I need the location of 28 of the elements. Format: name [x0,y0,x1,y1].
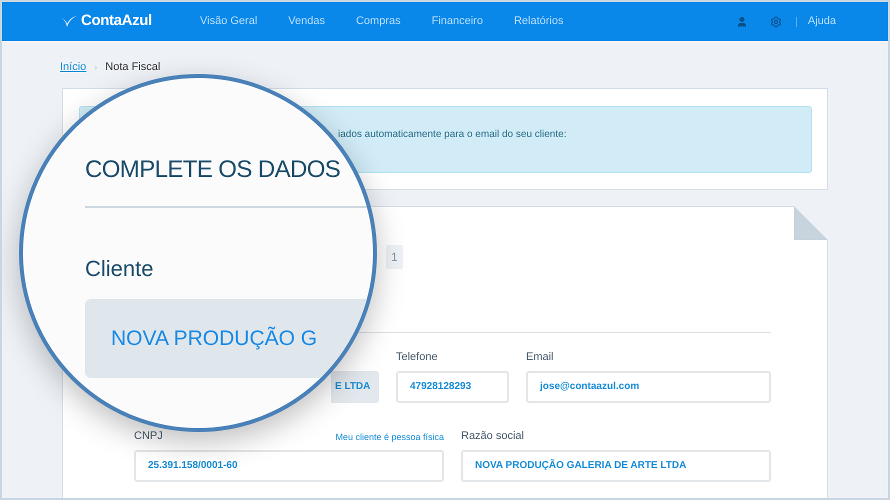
nav-link[interactable]: Vendas [288,13,325,30]
input-field[interactable]: NOVA PRODUÇÃO GALERIA DE ARTE LTDA [461,450,771,482]
banner-text: iados automaticamente para o email do seu cliente: [338,128,566,140]
breadcrumb-separator: › [94,60,98,74]
field-label: Razão social [461,429,524,444]
folded-corner-icon [794,206,828,240]
nav-link[interactable]: Visão Geral [200,13,258,30]
field-label: CNPJ [134,429,163,444]
settings-icon[interactable] [770,16,782,28]
logo-text: ContaAzul [81,11,152,32]
field-label: Telefone [396,350,438,365]
person-type-link[interactable]: Meu cliente é pessoa física [335,431,444,444]
breadcrumb-current: Nota Fiscal [105,60,160,75]
nav-link[interactable]: Financeiro [432,13,483,30]
section-heading: Cliente [85,255,154,283]
breadcrumb-link[interactable]: Início [60,59,86,76]
step-badge: 1 [386,244,403,268]
user-icon[interactable] [736,16,748,28]
nav-link[interactable]: Relatórios [514,13,564,30]
field-label: Email [526,350,554,365]
lens-title: COMPLETE OS DADOS [85,155,342,185]
help-link[interactable]: Ajuda [808,13,836,30]
leaf-check-icon [60,14,78,28]
nav-link[interactable]: Compras [356,13,401,30]
locked-input-field: E LTDA [331,370,379,402]
input-field[interactable]: jose@contaazul.com [526,370,771,402]
input-field[interactable]: 25.391.158/0001-60 [134,450,444,482]
input-field[interactable]: 47928128293 [396,370,509,402]
